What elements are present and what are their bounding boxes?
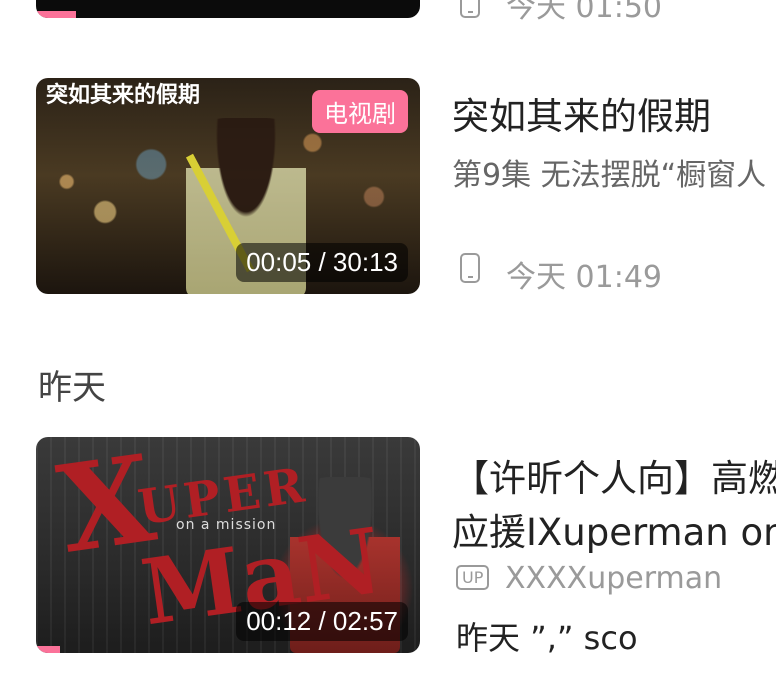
watch-time-2: 昨天 ”,” sco — [456, 619, 638, 657]
phone-icon — [460, 253, 480, 283]
watch-time-top: 今天 01:50 — [506, 0, 662, 25]
video-thumbnail-top[interactable] — [36, 0, 420, 18]
duration-label: 00:12 / 02:57 — [236, 602, 408, 641]
uploader-name[interactable]: XXXXuperman — [505, 561, 722, 596]
duration-label: 00:05 / 30:13 — [236, 243, 408, 282]
art-mission-text: on a mission — [176, 517, 277, 533]
section-header-yesterday: 昨天 — [38, 368, 106, 408]
thumbnail-title-art: X UPER MaN — [51, 437, 388, 646]
thumbnail-title-art: 突如其来的假期 — [46, 82, 201, 108]
video-title-2-line2[interactable]: 应援IXuperman on — [452, 502, 776, 556]
phone-icon — [460, 0, 480, 18]
video-thumbnail-1[interactable]: 突如其来的假期 电视剧 00:05 / 30:13 — [36, 78, 420, 294]
video-title-2-line1[interactable]: 【许昕个人向】高燃 — [452, 448, 776, 502]
episode-subtitle-1: 第9集 无法摆脱“橱窗人 — [452, 158, 767, 193]
progress-bar-top — [36, 11, 76, 18]
category-badge: 电视剧 — [312, 90, 408, 133]
watch-history-page: 今天 01:50 突如其来的假期 电视剧 00:05 / 30:13 突如其来的… — [0, 0, 776, 673]
progress-bar-2 — [36, 646, 60, 653]
video-title-1[interactable]: 突如其来的假期 — [452, 86, 711, 140]
watch-time-1: 今天 01:49 — [506, 260, 662, 295]
video-thumbnail-2[interactable]: X UPER MaN on a mission 00:12 / 02:57 — [36, 437, 420, 653]
up-badge-icon: UP — [456, 565, 490, 590]
